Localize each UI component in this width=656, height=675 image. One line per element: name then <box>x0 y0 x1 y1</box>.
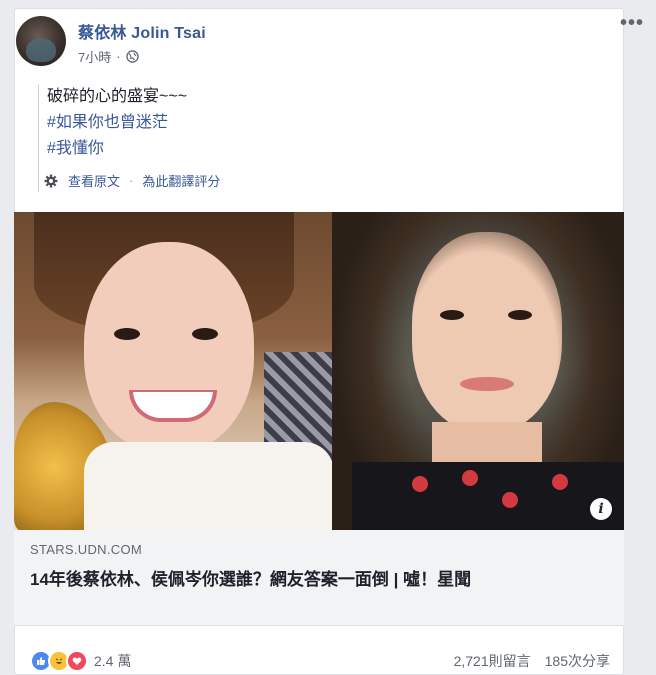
gear-icon[interactable] <box>44 174 58 188</box>
reactions-summary[interactable]: 2.4 萬 <box>30 650 131 672</box>
photo-left <box>14 212 334 530</box>
rate-translation-link[interactable]: 為此翻譯評分 <box>142 171 220 190</box>
post-time[interactable]: 7小時 <box>78 47 111 66</box>
translation-bar: 查看原文 · 為此翻譯評分 <box>44 171 220 190</box>
more-options-button[interactable]: ••• <box>620 13 644 33</box>
link-domain: STARS.UDN.COM <box>30 542 142 557</box>
love-icon <box>66 650 88 672</box>
post-text-line: 破碎的心的盛宴~~~ <box>47 88 188 105</box>
info-icon[interactable]: i <box>590 498 612 520</box>
engagement-stats: 2,721則留言 185次分享 <box>454 651 610 671</box>
post-meta: 7小時 · <box>78 47 139 66</box>
hashtag-link[interactable]: #如果你也曾迷茫 <box>39 110 579 136</box>
photo-right <box>332 212 624 530</box>
author-name[interactable]: 蔡依林 Jolin Tsai <box>78 19 206 43</box>
link-headline[interactable]: 14年後蔡依林、侯佩岑你選誰？網友答案一面倒 | 噓！星聞 <box>30 568 610 592</box>
author-avatar[interactable] <box>16 16 66 66</box>
link-preview-image[interactable]: i <box>14 212 624 530</box>
shares-count-link[interactable]: 185次分享 <box>545 651 610 671</box>
comments-count-link[interactable]: 2,721則留言 <box>454 651 531 671</box>
reaction-count: 2.4 萬 <box>94 653 132 669</box>
see-original-link[interactable]: 查看原文 <box>68 171 120 190</box>
link-preview-meta[interactable]: STARS.UDN.COM 14年後蔡依林、侯佩岑你選誰？網友答案一面倒 | 噓… <box>14 530 624 626</box>
globe-icon <box>125 50 139 63</box>
hashtag-link[interactable]: #我懂你 <box>39 136 579 162</box>
separator: · <box>129 173 134 188</box>
